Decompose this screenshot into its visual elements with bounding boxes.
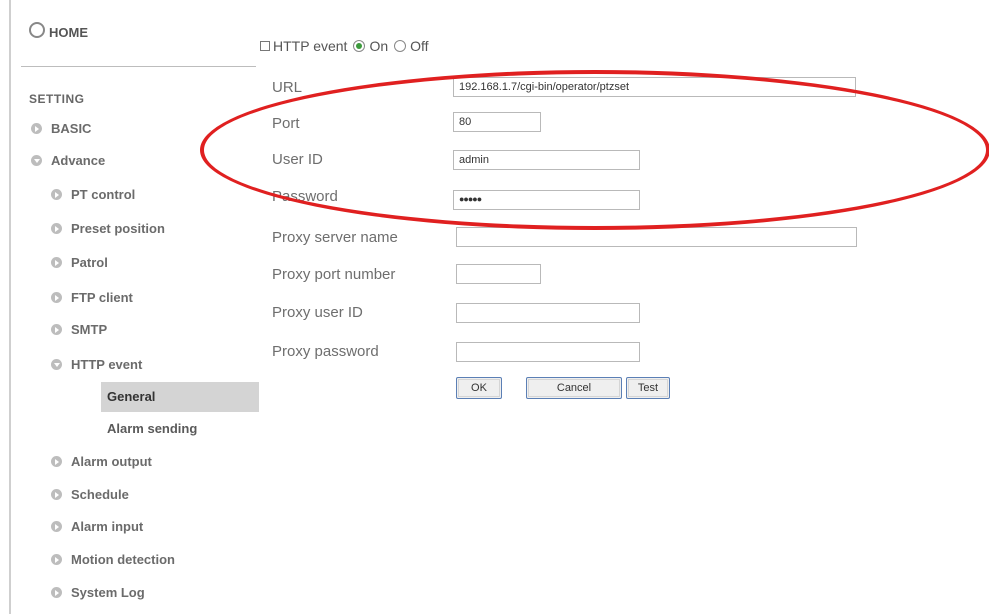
- arrow-right-icon: [51, 256, 63, 269]
- proxy-port-label: Proxy port number: [272, 266, 396, 283]
- sidebar-item-http-event[interactable]: HTTP event: [51, 357, 142, 372]
- home-label: HOME: [49, 24, 88, 40]
- sidebar-item-alarm-output[interactable]: Alarm output: [51, 454, 152, 469]
- http-event-header: HTTP event On Off: [260, 38, 429, 54]
- sidebar-item-label: Patrol: [71, 255, 108, 270]
- proxy-password-label: Proxy password: [272, 343, 379, 360]
- radio-on[interactable]: [353, 40, 366, 52]
- divider: [21, 66, 256, 67]
- sidebar-item-system-log[interactable]: System Log: [51, 585, 145, 600]
- radio-off-label: Off: [410, 38, 429, 54]
- arrow-right-icon: [31, 122, 43, 135]
- cancel-button[interactable]: Cancel: [526, 377, 622, 399]
- arrow-right-icon: [51, 222, 63, 235]
- sidebar-item-label: Alarm input: [71, 519, 144, 534]
- arrow-right-icon: [51, 188, 63, 201]
- sidebar-item-motion-detection[interactable]: Motion detection: [51, 552, 175, 567]
- home-link[interactable]: HOME: [29, 22, 88, 40]
- arrow-right-icon: [51, 520, 63, 533]
- form-title: HTTP event: [273, 38, 348, 54]
- proxy-user-label: Proxy user ID: [272, 304, 363, 321]
- sidebar-item-schedule[interactable]: Schedule: [51, 487, 129, 502]
- highlight-ellipse: [200, 70, 989, 230]
- arrow-right-icon: [51, 488, 63, 501]
- sidebar-item-smtp[interactable]: SMTP: [51, 322, 107, 337]
- sidebar-item-label: Preset position: [71, 221, 165, 236]
- sidebar-item-label: Motion detection: [71, 552, 175, 567]
- proxy-password-field[interactable]: [456, 342, 640, 362]
- sidebar-item-patrol[interactable]: Patrol: [51, 255, 108, 270]
- sidebar-subitem-general[interactable]: General: [107, 389, 155, 404]
- arrow-right-icon: [51, 291, 63, 304]
- sidebar-item-label: FTP client: [71, 290, 133, 305]
- ok-button[interactable]: OK: [456, 377, 502, 399]
- proxy-port-field[interactable]: [456, 264, 541, 284]
- radio-off[interactable]: [394, 40, 407, 52]
- sidebar-subitem-alarm-sending[interactable]: Alarm sending: [107, 421, 197, 436]
- sidebar-item-pt-control[interactable]: PT control: [51, 187, 135, 202]
- sidebar-item-label: BASIC: [51, 121, 92, 136]
- sidebar-item-alarm-input[interactable]: Alarm input: [51, 519, 143, 534]
- sidebar-item-label: Alarm output: [71, 454, 152, 469]
- sidebar-item-label: Schedule: [71, 487, 129, 502]
- section-title: SETTING: [29, 92, 85, 106]
- test-button[interactable]: Test: [626, 377, 670, 399]
- arrow-right-icon: [51, 586, 63, 599]
- sidebar-item-basic[interactable]: BASIC: [31, 121, 91, 136]
- arrow-down-icon: [51, 358, 63, 371]
- home-icon: [29, 22, 45, 38]
- sidebar-item-label: Advance: [51, 153, 106, 168]
- url-label: URL: [272, 79, 303, 96]
- arrow-right-icon: [51, 323, 63, 336]
- proxy-server-label: Proxy server name: [272, 229, 398, 246]
- arrow-right-icon: [51, 553, 63, 566]
- sidebar-item-label: SMTP: [71, 322, 108, 337]
- arrow-right-icon: [51, 455, 63, 468]
- arrow-down-icon: [31, 154, 43, 167]
- proxy-server-field[interactable]: [456, 227, 857, 247]
- bullet-square-icon: [260, 41, 270, 51]
- sidebar-item-label: HTTP event: [71, 357, 143, 372]
- sidebar: HOME SETTING BASIC Advance PT control Pr…: [11, 0, 259, 614]
- sidebar-item-label: System Log: [71, 585, 145, 600]
- sidebar-item-preset-position[interactable]: Preset position: [51, 221, 165, 236]
- sidebar-item-ftp-client[interactable]: FTP client: [51, 290, 133, 305]
- sidebar-item-advance[interactable]: Advance: [31, 153, 105, 168]
- proxy-user-field[interactable]: [456, 303, 640, 323]
- sidebar-item-label: PT control: [71, 187, 136, 202]
- radio-on-label: On: [369, 38, 389, 54]
